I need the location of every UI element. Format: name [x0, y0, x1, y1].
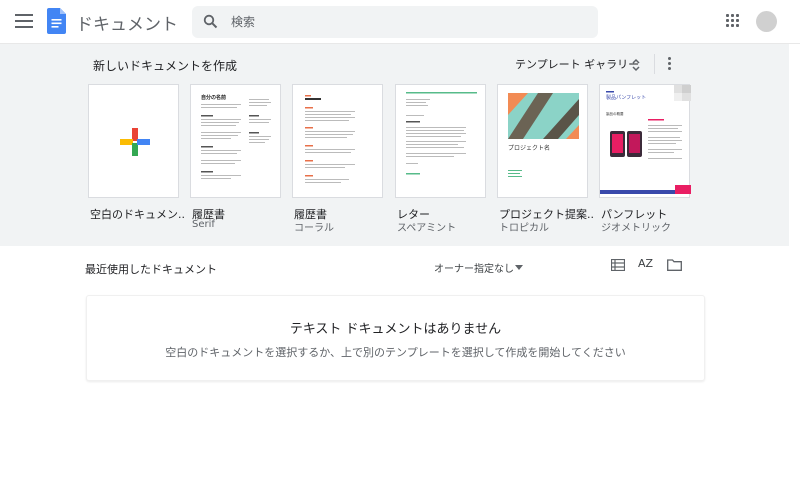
apps-grid-icon[interactable]: [726, 14, 740, 28]
top-bar: ドキュメント 検索: [0, 0, 800, 44]
template-brochure-sub: ジオメトリック: [601, 223, 671, 234]
app-title[interactable]: ドキュメント: [76, 10, 178, 35]
expand-collapse-icon[interactable]: [631, 58, 641, 72]
project-tropical-thumbnail: プロジェクト名: [508, 93, 579, 177]
resume-serif-thumbnail: 自分の名前: [201, 94, 271, 179]
owner-filter-dropdown[interactable]: オーナー指定なし: [434, 260, 514, 275]
main-menu-icon[interactable]: [15, 14, 33, 28]
letter-spearmint-thumbnail: [406, 92, 477, 175]
scrollbar-track[interactable]: [789, 44, 800, 492]
plus-icon: [120, 128, 150, 156]
template-gallery-section: 新しいドキュメントを作成 テンプレート ギャラリー 空白のドキュメン... 自分…: [0, 44, 789, 246]
resume-coral-thumbnail: [305, 95, 355, 183]
template-resume-coral-sub: コーラル: [294, 223, 334, 234]
empty-state-panel: テキスト ドキュメントはありません 空白のドキュメントを選択するか、上で別のテン…: [86, 295, 705, 381]
template-project-proposal-sub: トロピカル: [499, 223, 549, 234]
resume-name-text: 自分の名前: [201, 94, 226, 101]
template-gallery-button[interactable]: テンプレート ギャラリー: [515, 56, 639, 72]
recent-documents-title: 最近使用したドキュメント: [85, 263, 217, 276]
avatar[interactable]: [756, 11, 777, 32]
brochure-title-text: 製品パンフレット: [606, 94, 646, 101]
template-letter-spearmint-card[interactable]: [395, 84, 486, 198]
template-resume-serif-card[interactable]: 自分の名前: [190, 84, 281, 198]
more-options-icon[interactable]: [665, 57, 673, 73]
sort-az-icon[interactable]: AZ: [638, 257, 653, 270]
empty-state-message: 空白のドキュメントを選択するか、上で別のテンプレートを選択して作成を開始してくだ…: [165, 346, 626, 359]
brochure-sub-text: 製品の概要: [606, 111, 624, 116]
template-project-proposal-card[interactable]: プロジェクト名: [497, 84, 588, 198]
search-bar[interactable]: 検索: [192, 6, 598, 38]
empty-state-title: テキスト ドキュメントはありません: [289, 322, 502, 337]
template-resume-serif-sub: Serif: [192, 219, 215, 230]
search-input[interactable]: 検索: [231, 13, 255, 30]
dropdown-caret-icon[interactable]: [515, 265, 523, 270]
folder-icon[interactable]: [667, 259, 682, 271]
divider: [654, 54, 655, 74]
project-name-text: プロジェクト名: [508, 144, 550, 152]
template-letter-sub: スペアミント: [397, 223, 457, 234]
template-blank-card[interactable]: [88, 84, 179, 198]
search-icon[interactable]: [203, 14, 218, 29]
template-blank-label[interactable]: 空白のドキュメン...: [90, 206, 186, 222]
new-document-heading: 新しいドキュメントを作成: [93, 59, 238, 73]
brochure-geometric-thumbnail: 製品パンフレット 製品の概要: [600, 85, 691, 194]
template-resume-coral-card[interactable]: [292, 84, 383, 198]
template-brochure-card[interactable]: 製品パンフレット 製品の概要: [599, 84, 691, 198]
docs-logo-icon[interactable]: [47, 8, 66, 38]
list-view-icon[interactable]: [611, 259, 625, 271]
